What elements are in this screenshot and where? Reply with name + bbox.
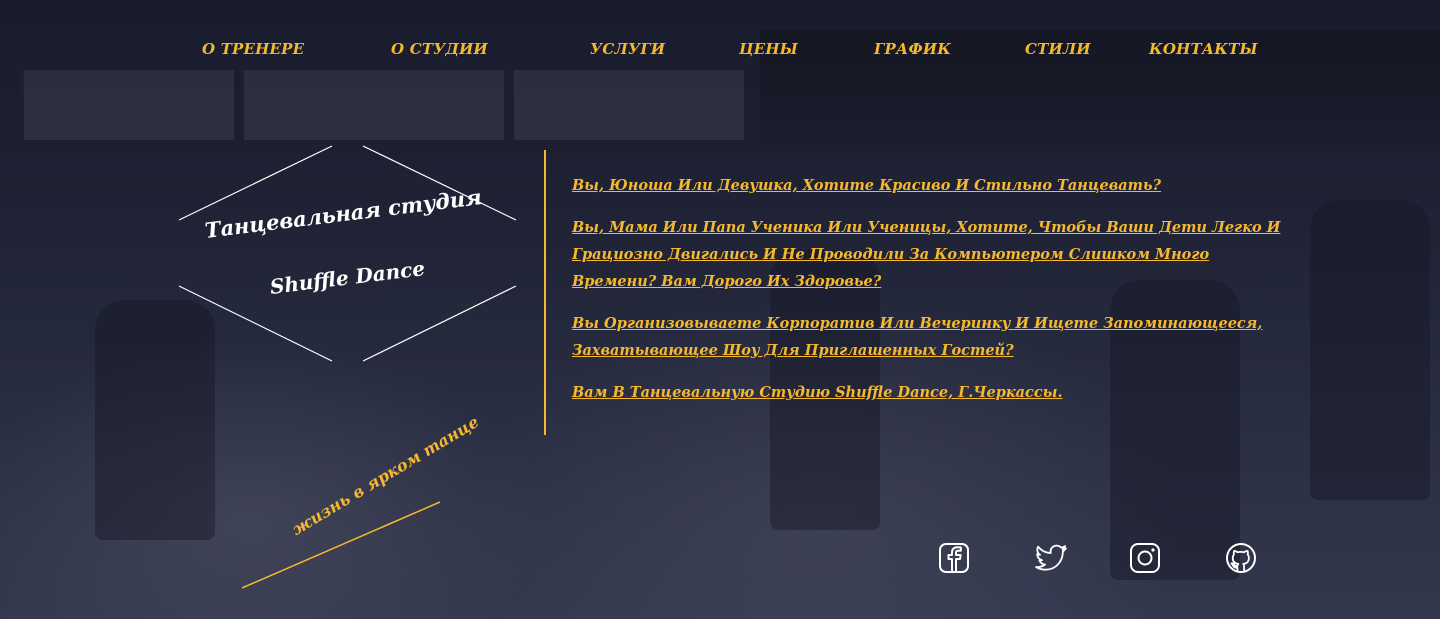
nav-item-prices[interactable]: ЦЕНЫ [739, 40, 798, 58]
nav-item-studio[interactable]: О СТУДИИ [391, 40, 488, 58]
instagram-icon[interactable] [1127, 540, 1163, 576]
twitter-icon[interactable] [1033, 540, 1069, 576]
social-links [0, 540, 1440, 580]
intro-link-youth[interactable]: Вы, Юноша Или Девушка, Хотите Красиво И … [572, 172, 1292, 199]
nav-item-services[interactable]: УСЛУГИ [590, 40, 665, 58]
studio-logo[interactable]: Танцевальная студия Shuffle Dance [175, 140, 520, 365]
nav-item-trainer[interactable]: О ТРЕНЕРЕ [202, 40, 304, 58]
intro-link-parents[interactable]: Вы, Мама Или Папа Ученика Или Ученицы, Х… [572, 214, 1292, 295]
nav-item-schedule[interactable]: ГРАФИК [874, 40, 951, 58]
nav-item-styles[interactable]: СТИЛИ [1025, 40, 1091, 58]
github-icon[interactable] [1223, 540, 1259, 576]
intro-link-corporate[interactable]: Вы Организовываете Корпоратив Или Вечери… [572, 310, 1292, 364]
facebook-icon[interactable] [936, 540, 972, 576]
main-nav: О ТРЕНЕРЕ О СТУДИИ УСЛУГИ ЦЕНЫ ГРАФИК СТ… [0, 40, 1440, 64]
logo-diamond-frame [178, 145, 517, 362]
intro-link-studio[interactable]: Вам В Танцевальную Студию Shuffle Dance,… [572, 379, 1292, 406]
accent-divider [544, 150, 546, 435]
intro-text: Вы, Юноша Или Девушка, Хотите Красиво И … [572, 172, 1292, 421]
nav-item-contacts[interactable]: КОНТАКТЫ [1149, 40, 1258, 58]
